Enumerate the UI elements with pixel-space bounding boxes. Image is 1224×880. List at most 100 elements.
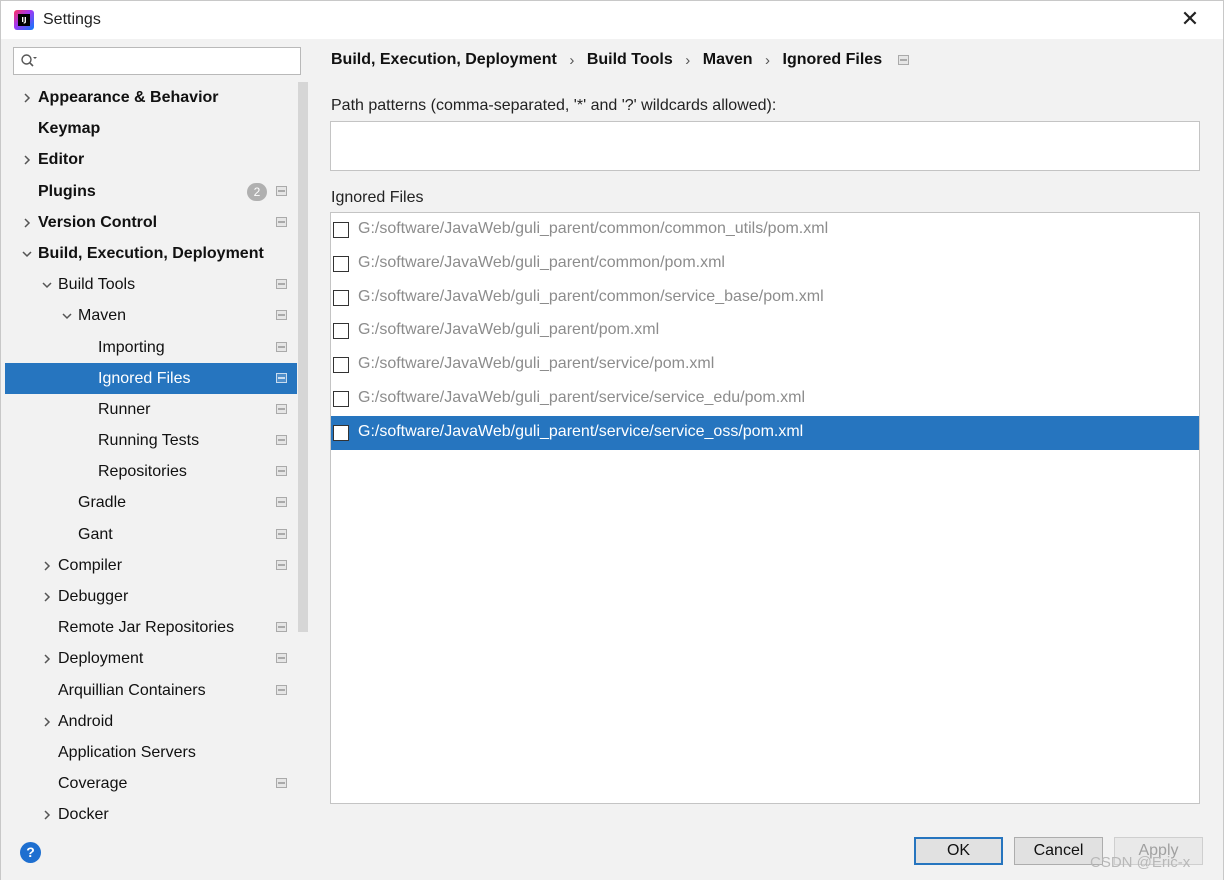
sidebar-item-application-servers[interactable]: Application Servers	[5, 737, 297, 768]
sidebar-item-running-tests[interactable]: Running Tests	[5, 425, 297, 456]
chevron-right-icon[interactable]	[41, 716, 53, 728]
sidebar-item-label: Debugger	[58, 588, 129, 605]
help-icon[interactable]: ?	[20, 842, 41, 863]
list-item[interactable]: G:/software/JavaWeb/guli_parent/service/…	[331, 415, 1199, 450]
app-icon-letters: IJ	[18, 14, 30, 26]
ignore-checkbox[interactable]	[333, 357, 349, 374]
chevron-right-icon[interactable]	[41, 809, 53, 821]
sidebar-item-version-control[interactable]: Version Control	[5, 207, 297, 238]
ignore-checkbox[interactable]	[333, 222, 349, 238]
breadcrumb-item[interactable]: Maven	[703, 51, 753, 69]
ignored-file-path: G:/software/JavaWeb/guli_parent/service/…	[358, 422, 804, 440]
sidebar-item-debugger[interactable]: Debugger	[5, 581, 297, 612]
ignore-checkbox[interactable]	[333, 255, 349, 272]
sidebar-item-maven[interactable]: Maven	[5, 300, 297, 331]
sidebar-item-label: Arquillian Containers	[58, 681, 206, 699]
path-patterns-label: Path patterns (comma-separated, '*' and …	[331, 97, 777, 114]
sidebar-item-label: Build, Execution, Deployment	[38, 244, 264, 262]
intellij-app-icon: IJ	[14, 10, 34, 30]
sidebar-item-docker[interactable]: Docker	[5, 799, 297, 825]
sidebar-item-editor[interactable]: Editor	[5, 144, 297, 175]
chevron-right-icon[interactable]	[21, 217, 33, 229]
list-item[interactable]: G:/software/JavaWeb/guli_parent/common/c…	[331, 213, 1199, 247]
plugins-update-badge: 2	[247, 182, 267, 201]
sidebar-item-label: Remote Jar Repositories	[58, 619, 235, 637]
project-settings-icon	[276, 622, 287, 633]
ignore-checkbox[interactable]	[333, 289, 349, 306]
breadcrumb-separator-icon: ›	[765, 51, 771, 69]
sidebar-item-deployment[interactable]: Deployment	[5, 643, 297, 674]
list-item[interactable]: G:/software/JavaWeb/guli_parent/common/s…	[331, 281, 1199, 315]
ignored-file-path: G:/software/JavaWeb/guli_parent/common/s…	[358, 287, 824, 305]
project-settings-icon	[276, 310, 287, 321]
sidebar-item-importing[interactable]: Importing	[5, 332, 297, 363]
sidebar-item-coverage[interactable]: Coverage	[5, 768, 297, 799]
sidebar-item-build-execution-deployment[interactable]: Build, Execution, Deployment	[5, 238, 297, 269]
chevron-right-icon[interactable]	[21, 154, 33, 166]
project-settings-icon	[276, 403, 287, 414]
title-bar: IJ Settings ✕	[1, 1, 1223, 39]
ignore-checkbox[interactable]	[333, 323, 349, 340]
sidebar-item-label: Repositories	[98, 463, 187, 481]
sidebar-item-label: Runner	[98, 400, 151, 418]
project-settings-icon	[276, 435, 287, 446]
close-icon[interactable]: ✕	[1177, 6, 1203, 32]
sidebar-scrollbar[interactable]	[297, 82, 309, 825]
project-settings-icon	[276, 341, 287, 352]
list-item[interactable]: G:/software/JavaWeb/guli_parent/service/…	[331, 382, 1199, 416]
sidebar-item-keymap[interactable]: Keymap	[5, 113, 297, 144]
ignored-file-path: G:/software/JavaWeb/guli_parent/common/p…	[358, 253, 725, 271]
sidebar-item-remote-jar-repositories[interactable]: Remote Jar Repositories	[5, 612, 297, 643]
path-patterns-input[interactable]	[330, 121, 1200, 171]
breadcrumb-item[interactable]: Build Tools	[587, 51, 673, 69]
sidebar-item-gradle[interactable]: Gradle	[5, 487, 297, 518]
sidebar-item-label: Application Servers	[58, 743, 196, 761]
project-settings-icon	[276, 372, 287, 383]
list-item[interactable]: G:/software/JavaWeb/guli_parent/common/p…	[331, 247, 1199, 281]
sidebar-item-label: Appearance & Behavior	[38, 89, 219, 106]
chevron-right-icon[interactable]	[41, 591, 53, 603]
project-settings-icon	[276, 778, 287, 789]
sidebar-item-repositories[interactable]: Repositories	[5, 456, 297, 487]
sidebar-item-runner[interactable]: Runner	[5, 394, 297, 425]
sidebar-item-gant[interactable]: Gant	[5, 519, 297, 550]
ignore-checkbox[interactable]	[333, 391, 349, 407]
ignored-file-path: G:/software/JavaWeb/guli_parent/service/…	[358, 389, 806, 406]
chevron-down-icon[interactable]	[21, 248, 33, 260]
sidebar-item-label: Deployment	[58, 650, 144, 668]
sidebar-item-label: Running Tests	[98, 432, 200, 450]
ignored-files-list[interactable]: G:/software/JavaWeb/guli_parent/common/c…	[330, 212, 1200, 804]
chevron-right-icon[interactable]	[41, 560, 53, 572]
project-settings-icon	[276, 216, 287, 227]
sidebar-item-android[interactable]: Android	[5, 706, 297, 737]
sidebar-item-ignored-files[interactable]: Ignored Files	[5, 362, 297, 394]
sidebar-item-label: Compiler	[58, 556, 123, 574]
project-settings-icon	[276, 466, 287, 477]
settings-sidebar: Appearance & Behavior Keymap Editor Plugins…	[5, 39, 309, 825]
sidebar-item-build-tools[interactable]: Build Tools	[5, 269, 297, 300]
settings-search[interactable]	[13, 47, 301, 75]
project-settings-icon	[276, 497, 287, 508]
ignored-files-label: Ignored Files	[331, 189, 424, 206]
sidebar-item-compiler[interactable]: Compiler	[5, 550, 297, 581]
list-item[interactable]: G:/software/JavaWeb/guli_parent/service/…	[331, 348, 1199, 382]
search-input[interactable]	[42, 51, 292, 71]
list-item[interactable]: G:/software/JavaWeb/guli_parent/pom.xml	[331, 314, 1199, 348]
breadcrumb-item[interactable]: Build, Execution, Deployment	[331, 51, 557, 69]
project-settings-icon	[276, 528, 287, 539]
breadcrumb: Build, Execution, Deployment › Build Tools…	[331, 49, 910, 71]
sidebar-scrollbar-thumb[interactable]	[298, 82, 308, 632]
sidebar-item-arquillian-containers[interactable]: Arquillian Containers	[5, 675, 297, 706]
chevron-down-icon[interactable]	[41, 279, 53, 291]
sidebar-item-appearance-behavior[interactable]: Appearance & Behavior	[5, 82, 297, 113]
project-settings-icon	[276, 653, 287, 664]
ok-button[interactable]: OK	[914, 837, 1003, 865]
project-settings-icon	[276, 684, 287, 695]
chevron-right-icon[interactable]	[21, 92, 33, 104]
sidebar-item-plugins[interactable]: Plugins 2	[5, 176, 297, 207]
chevron-down-icon[interactable]	[61, 310, 73, 322]
sidebar-item-label: Build Tools	[58, 276, 136, 294]
chevron-right-icon[interactable]	[41, 653, 53, 665]
ignore-checkbox[interactable]	[333, 424, 349, 441]
sidebar-item-label: Version Control	[38, 213, 158, 231]
